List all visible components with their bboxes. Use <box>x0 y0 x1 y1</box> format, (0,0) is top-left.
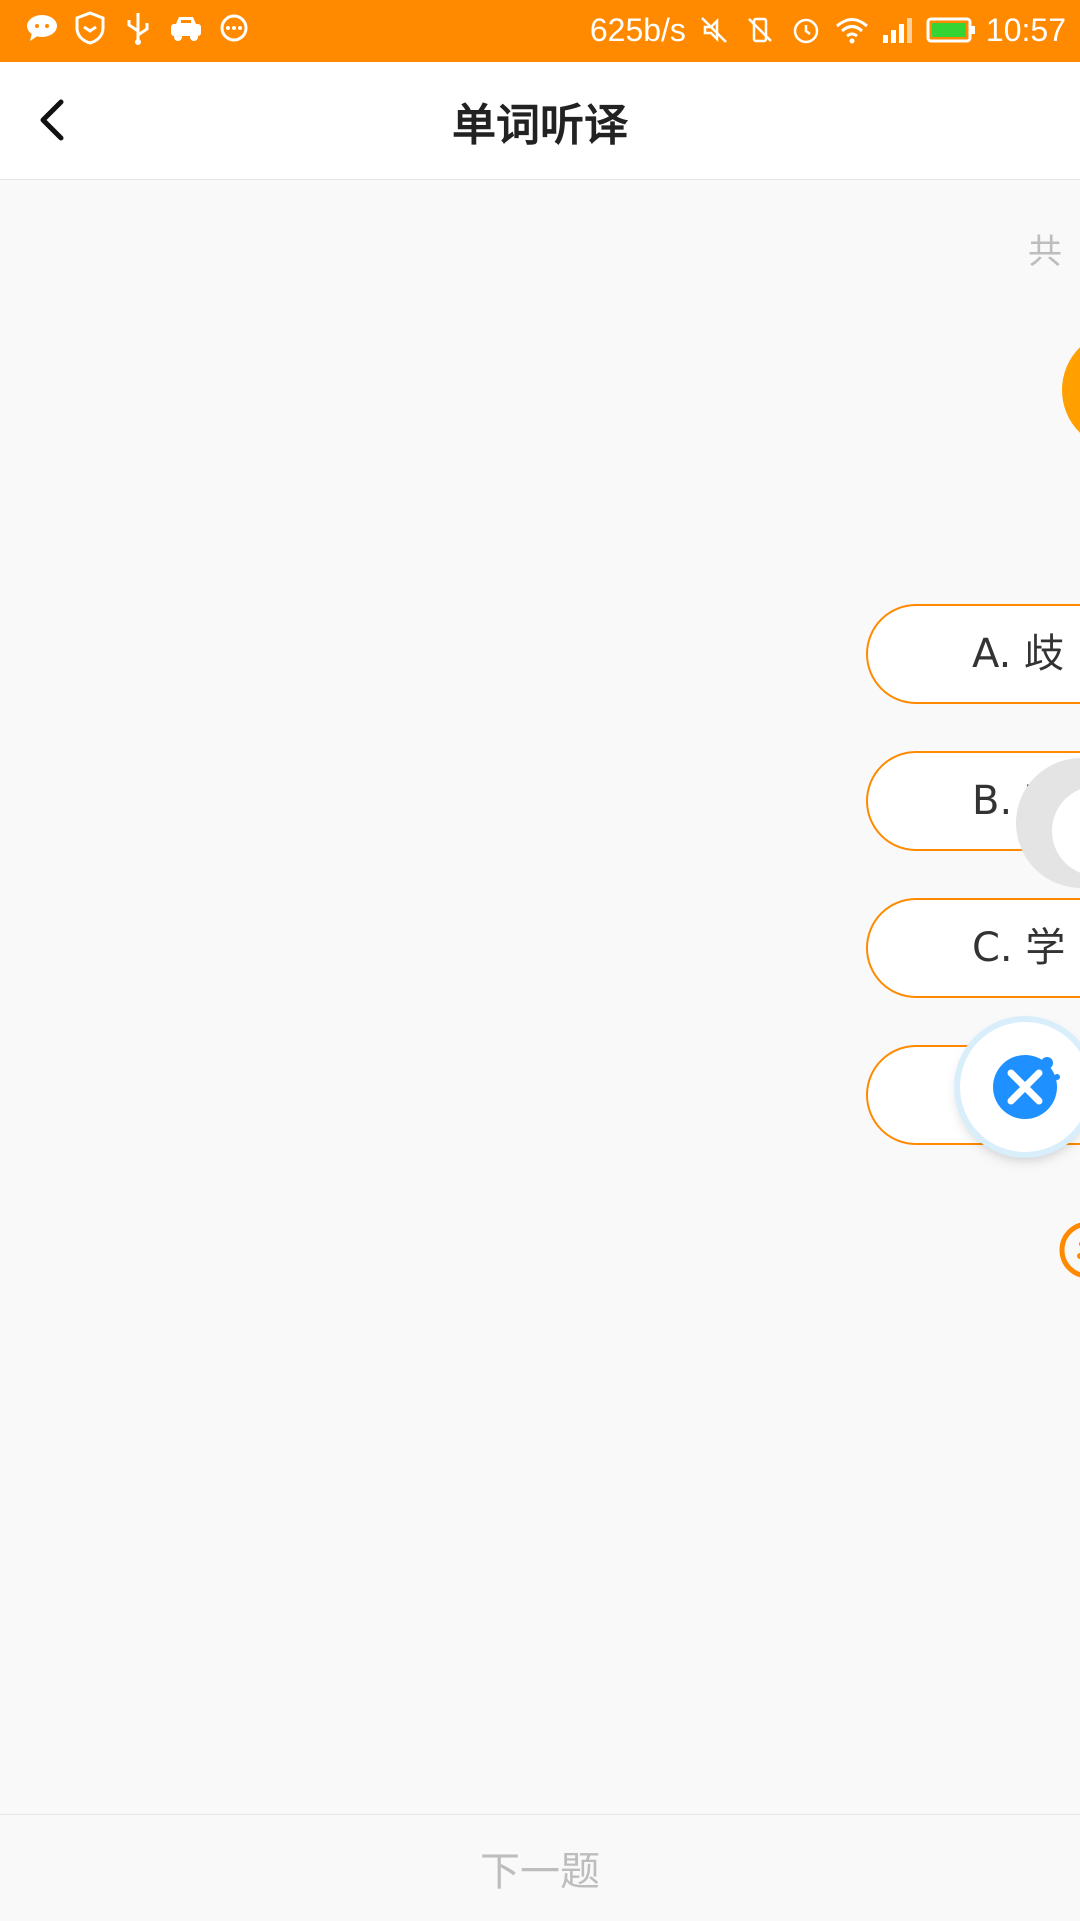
option-a[interactable]: A. 歧 <box>866 604 1080 704</box>
usb-icon <box>120 10 156 46</box>
option-a-label: A. 歧 <box>972 631 1065 677</box>
more-dots-icon <box>216 10 252 46</box>
shield-icon <box>72 10 108 46</box>
loading-ring-inner <box>1052 786 1080 876</box>
status-left-icons <box>24 10 252 46</box>
app-bar: 单词听译 <box>0 62 1080 180</box>
floating-assistant-button[interactable] <box>960 1022 1080 1152</box>
status-bar: 625b/s 10:57 <box>0 0 1080 62</box>
alarm-icon <box>788 12 824 48</box>
page-title: 单词听译 <box>452 99 628 151</box>
signal-icon <box>880 12 916 48</box>
hint-icon[interactable] <box>1058 1220 1080 1280</box>
status-right-icons: 625b/s 10:57 <box>590 10 1066 50</box>
next-question-button[interactable]: 下一题 <box>0 1815 1080 1921</box>
clock: 10:57 <box>985 12 1066 48</box>
mute-icon <box>696 12 732 48</box>
option-c-label: C. 学 <box>972 925 1066 971</box>
wand-icon <box>993 1055 1060 1119</box>
question-count: 共 <box>1028 232 1062 272</box>
quiz-content: 共 A. 歧 B. 梦 C. 学 <box>0 180 1080 1814</box>
option-c[interactable]: C. 学 <box>866 898 1080 998</box>
car-icon <box>168 10 204 46</box>
bottom-bar: 下一题 <box>0 1814 1080 1921</box>
play-audio-button[interactable] <box>1062 330 1080 450</box>
vibrate-off-icon <box>742 12 778 48</box>
network-speed: 625b/s <box>589 12 686 48</box>
chat-bubble-icon <box>24 10 60 46</box>
battery-icon <box>926 15 976 45</box>
wifi-icon <box>834 12 870 48</box>
